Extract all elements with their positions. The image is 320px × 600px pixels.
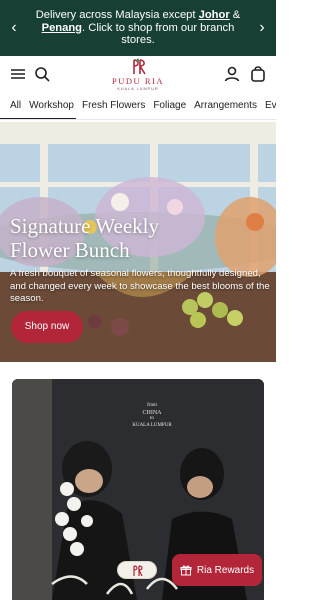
hero-banner: Signature Weekly Flower Bunch A fresh bo… bbox=[0, 122, 276, 362]
floating-logo-pill[interactable] bbox=[117, 561, 157, 579]
cart-bag-icon[interactable] bbox=[248, 64, 268, 84]
nav-item-workshop[interactable]: Workshop bbox=[25, 92, 78, 119]
ria-rewards-button[interactable]: Ria Rewards bbox=[172, 554, 262, 586]
logo-mark-icon bbox=[133, 58, 146, 75]
rewards-label: Ria Rewards bbox=[196, 564, 255, 576]
brand-logo[interactable]: PUDU RIA KUALA LUMPUR bbox=[106, 56, 170, 92]
gift-icon bbox=[180, 565, 192, 576]
announcement-text[interactable]: Delivery across Malaysia except Johor & … bbox=[28, 9, 248, 47]
brand-subtitle: KUALA LUMPUR bbox=[117, 87, 159, 91]
hero-description: A fresh bouquet of seasonal flowers, tho… bbox=[10, 268, 270, 304]
brand-name: PUDU RIA bbox=[112, 76, 164, 86]
announcement-suffix: . Click to shop from our branch stores. bbox=[82, 21, 235, 47]
search-icon[interactable] bbox=[32, 64, 52, 84]
announcement-prefix: Delivery across Malaysia except bbox=[35, 9, 199, 22]
nav-scroll-indicator bbox=[0, 118, 76, 119]
nav-item-fresh-flowers[interactable]: Fresh Flowers bbox=[78, 92, 149, 119]
johor-link[interactable]: Johor bbox=[199, 9, 230, 21]
nav-item-arrangements[interactable]: Arrangements bbox=[190, 92, 261, 119]
chevron-left-icon[interactable]: ‹ bbox=[0, 0, 28, 56]
chevron-right-icon[interactable]: › bbox=[248, 0, 276, 56]
announcement-joiner: & bbox=[229, 9, 241, 22]
category-nav: All Workshop Fresh Flowers Foliage Arrangeme… bbox=[0, 92, 276, 120]
card-caption: from CHINA to KUALA LUMPUR bbox=[126, 403, 178, 429]
pill-logo-icon bbox=[133, 565, 143, 577]
hero-title: Signature Weekly Flower Bunch bbox=[10, 214, 159, 262]
nav-item-events[interactable]: Events bbox=[261, 92, 276, 119]
nav-item-foliage[interactable]: Foliage bbox=[149, 92, 190, 119]
menu-icon[interactable] bbox=[8, 64, 28, 84]
penang-link[interactable]: Penang bbox=[42, 22, 82, 34]
account-icon[interactable] bbox=[222, 64, 242, 84]
nav-item-all[interactable]: All bbox=[0, 92, 25, 119]
caption-line-4: KUALA LUMPUR bbox=[132, 422, 172, 428]
shop-now-button[interactable]: Shop now bbox=[11, 311, 83, 343]
site-header: PUDU RIA KUALA LUMPUR bbox=[0, 56, 276, 92]
announcement-bar[interactable]: ‹ Delivery across Malaysia except Johor … bbox=[0, 0, 276, 56]
